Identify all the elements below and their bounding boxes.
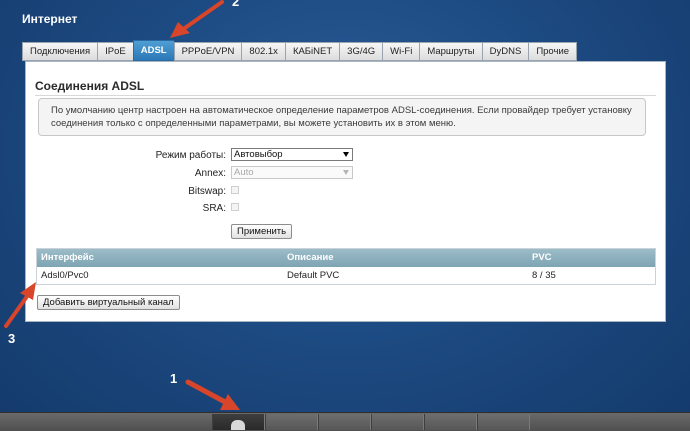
- header-pvc: PVC: [532, 252, 552, 263]
- tab-other[interactable]: Прочие: [528, 42, 578, 61]
- tab-bar: Подключения IPoE ADSL PPPoE/VPN 802.1x К…: [22, 40, 578, 61]
- taskbar-button-internet[interactable]: [212, 414, 265, 430]
- page-title: Интернет: [22, 12, 78, 26]
- taskbar-button-4[interactable]: [371, 414, 424, 430]
- annotation-number-3: 3: [8, 331, 16, 346]
- bitswap-row: Bitswap:: [26, 185, 226, 199]
- tab-routes[interactable]: Маршруты: [419, 42, 482, 61]
- pvc-table: Интерфейс Описание PVC Adsl0/Pvc0 Defaul…: [36, 248, 656, 285]
- cell-pvc: 8 / 35: [532, 270, 556, 281]
- annex-row: Annex:: [26, 167, 226, 181]
- section-title: Соединения ADSL: [35, 79, 145, 93]
- apply-button[interactable]: Применить: [231, 224, 293, 239]
- taskbar-button-5[interactable]: [424, 414, 477, 430]
- mode-select[interactable]: Автовыбор: [231, 148, 353, 161]
- globe-icon: [231, 420, 245, 430]
- mode-label: Режим работы:: [155, 150, 226, 161]
- header-description: Описание: [287, 252, 334, 263]
- header-interface: Интерфейс: [41, 252, 94, 263]
- tab-pppoe-vpn[interactable]: PPPoE/VPN: [173, 42, 242, 61]
- section-divider: [35, 95, 656, 96]
- annex-label: Annex:: [194, 168, 226, 179]
- tab-3g4g[interactable]: 3G/4G: [339, 42, 383, 61]
- taskbar-button-2[interactable]: [265, 414, 318, 430]
- taskbar: [0, 412, 690, 431]
- tab-8021x[interactable]: 802.1x: [241, 42, 285, 61]
- annotation-arrow-1: [185, 379, 240, 410]
- adsl-panel: Соединения ADSL По умолчанию центр настр…: [25, 61, 666, 322]
- cell-description: Default PVC: [287, 270, 340, 281]
- sra-checkbox[interactable]: [231, 203, 239, 211]
- mode-select-value: Автовыбор: [234, 149, 283, 160]
- chevron-down-icon: [343, 170, 349, 175]
- tab-kabinet[interactable]: КАБiNET: [284, 42, 340, 61]
- tab-wifi[interactable]: Wi-Fi: [382, 42, 420, 61]
- sra-label: SRA:: [202, 203, 226, 214]
- mode-row: Режим работы:: [26, 149, 226, 163]
- table-row[interactable]: Adsl0/Pvc0 Default PVC 8 / 35: [37, 267, 655, 284]
- tab-ipoe[interactable]: IPoE: [97, 42, 133, 61]
- add-virtual-channel-button[interactable]: Добавить виртуальный канал: [37, 295, 180, 310]
- taskbar-button-3[interactable]: [318, 414, 371, 430]
- table-header: Интерфейс Описание PVC: [37, 249, 655, 267]
- annotation-number-2: 2: [232, 0, 240, 9]
- annotation-number-1: 1: [170, 371, 178, 386]
- tab-dydns[interactable]: DyDNS: [481, 42, 529, 61]
- chevron-down-icon: [343, 152, 349, 157]
- taskbar-button-6[interactable]: [477, 414, 530, 430]
- bitswap-checkbox[interactable]: [231, 186, 239, 194]
- tab-connections[interactable]: Подключения: [22, 42, 98, 61]
- annotation-arrow-2: [170, 0, 224, 38]
- info-box: По умолчанию центр настроен на автоматич…: [38, 98, 646, 136]
- annex-select[interactable]: Auto: [231, 166, 353, 179]
- bitswap-label: Bitswap:: [188, 186, 226, 197]
- tab-adsl[interactable]: ADSL: [132, 40, 174, 61]
- cell-interface: Adsl0/Pvc0: [41, 270, 89, 281]
- annex-select-value: Auto: [234, 167, 254, 178]
- sra-row: SRA:: [26, 202, 226, 216]
